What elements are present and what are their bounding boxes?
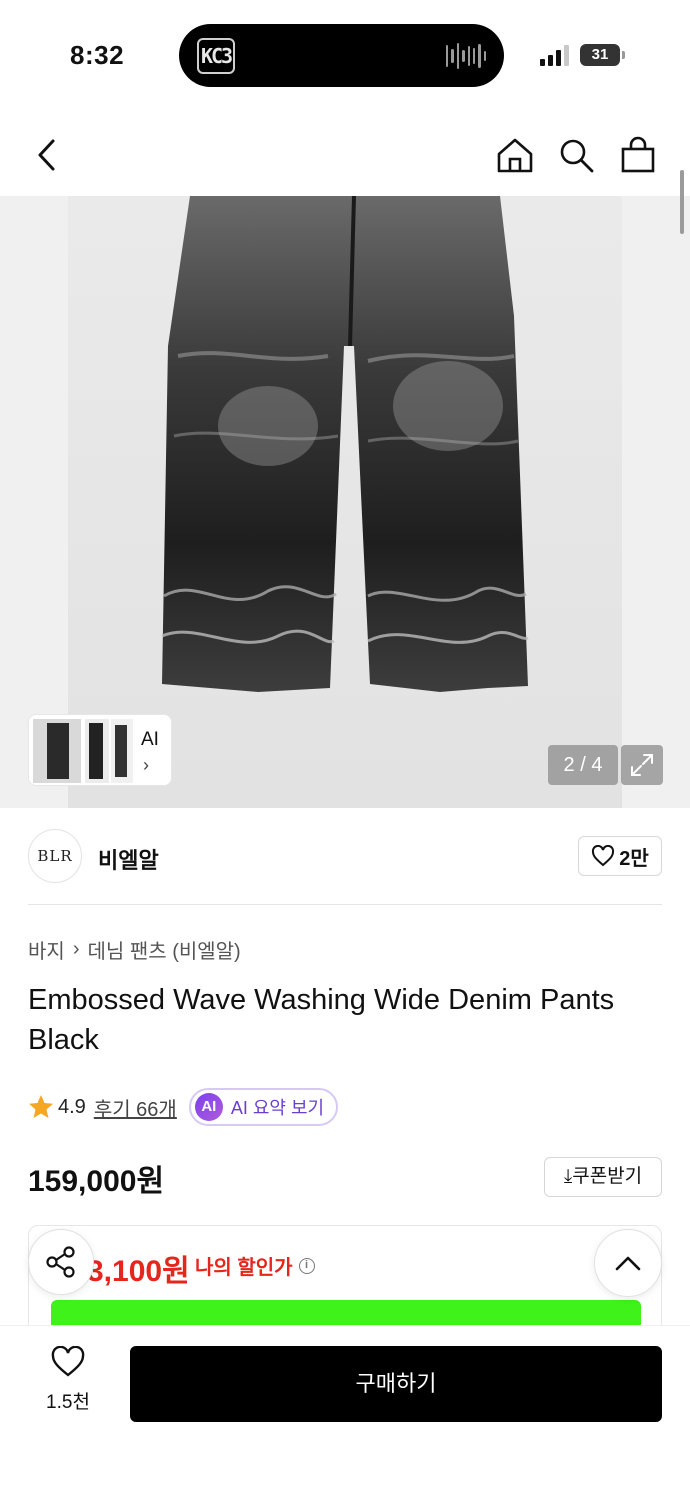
my-discount-label: 나의 할인가 i xyxy=(195,1251,315,1280)
home-icon xyxy=(497,138,533,173)
wishlist-button[interactable]: 1.5천 xyxy=(28,1345,108,1414)
share-icon xyxy=(46,1246,75,1278)
search-button[interactable] xyxy=(551,130,601,180)
fullscreen-button[interactable] xyxy=(621,745,663,785)
heart-icon xyxy=(51,1345,85,1377)
share-button[interactable] xyxy=(28,1229,94,1295)
app-logo-icon: KC3 xyxy=(197,38,235,74)
back-arrow-icon xyxy=(38,139,55,171)
brand-logo[interactable]: BLR xyxy=(28,829,82,883)
chevron-up-icon xyxy=(615,1256,641,1271)
cellular-signal-icon xyxy=(540,44,570,66)
breadcrumb: 바지 › 데님 팬츠 (비엘알) xyxy=(28,935,241,964)
info-icon[interactable]: i xyxy=(298,1257,315,1274)
product-price: 159,000원 xyxy=(28,1165,165,1198)
brand-like-count: 2만 xyxy=(619,847,649,870)
my-discount-price: 3,100원 xyxy=(87,1255,190,1288)
rating-value: 4.9 xyxy=(58,1095,86,1118)
rating-row: 4.9 후기 66개 AI AI 요약 보기 xyxy=(28,1088,339,1126)
brand-like-button[interactable]: 2만 xyxy=(578,836,662,876)
status-time: 8:32 xyxy=(70,40,125,70)
scroll-top-button[interactable] xyxy=(594,1229,662,1297)
shopping-bag-icon xyxy=(621,136,655,173)
audio-wave-icon xyxy=(446,42,486,70)
search-icon xyxy=(560,139,594,173)
ai-badge-icon: AI xyxy=(194,1093,223,1121)
ai-summary-label: AI 요약 보기 xyxy=(230,1098,325,1118)
top-nav xyxy=(0,120,690,190)
breadcrumb-item[interactable]: 바지 xyxy=(28,935,65,964)
chevron-right-icon: › xyxy=(72,938,80,960)
download-icon: ⤓ xyxy=(563,1166,573,1187)
status-bar: 8:32 KC3 31 xyxy=(0,0,690,110)
brand-name[interactable]: 비엘알 xyxy=(98,843,159,875)
dynamic-island: KC3 xyxy=(179,24,504,87)
ai-styling-thumbnail[interactable]: AI › xyxy=(28,714,172,786)
coupon-button-label: 쿠폰받기 xyxy=(572,1166,643,1187)
star-icon xyxy=(29,1095,53,1118)
coupon-button[interactable]: ⤓쿠폰받기 xyxy=(544,1157,662,1197)
buy-button[interactable]: 구매하기 xyxy=(130,1346,662,1422)
brand-row: BLR 비엘알 2만 xyxy=(28,827,662,885)
cart-button[interactable] xyxy=(613,130,663,180)
heart-icon xyxy=(592,845,615,867)
ai-label: AI xyxy=(141,729,159,750)
scrollbar[interactable] xyxy=(680,170,684,234)
image-counter: 2 / 4 xyxy=(548,745,618,785)
review-link[interactable]: 후기 66개 xyxy=(94,1093,177,1122)
thumbnail-images xyxy=(33,719,133,783)
divider xyxy=(28,904,662,905)
wishlist-count: 1.5천 xyxy=(46,1392,90,1413)
product-title: Embossed Wave Washing Wide Denim Pants B… xyxy=(28,984,615,1056)
breadcrumb-item[interactable]: 데님 팬츠 (비엘알) xyxy=(87,935,240,964)
chevron-right-icon: › xyxy=(143,755,149,775)
back-button[interactable] xyxy=(22,130,72,180)
expand-icon xyxy=(631,754,653,776)
ai-summary-button[interactable]: AI AI 요약 보기 xyxy=(188,1088,339,1126)
home-button[interactable] xyxy=(490,130,540,180)
my-discount-label-text: 나의 할인가 xyxy=(195,1257,293,1279)
bottom-action-bar: 1.5천 구매하기 xyxy=(0,1325,690,1500)
battery-icon: 31 xyxy=(580,44,625,66)
